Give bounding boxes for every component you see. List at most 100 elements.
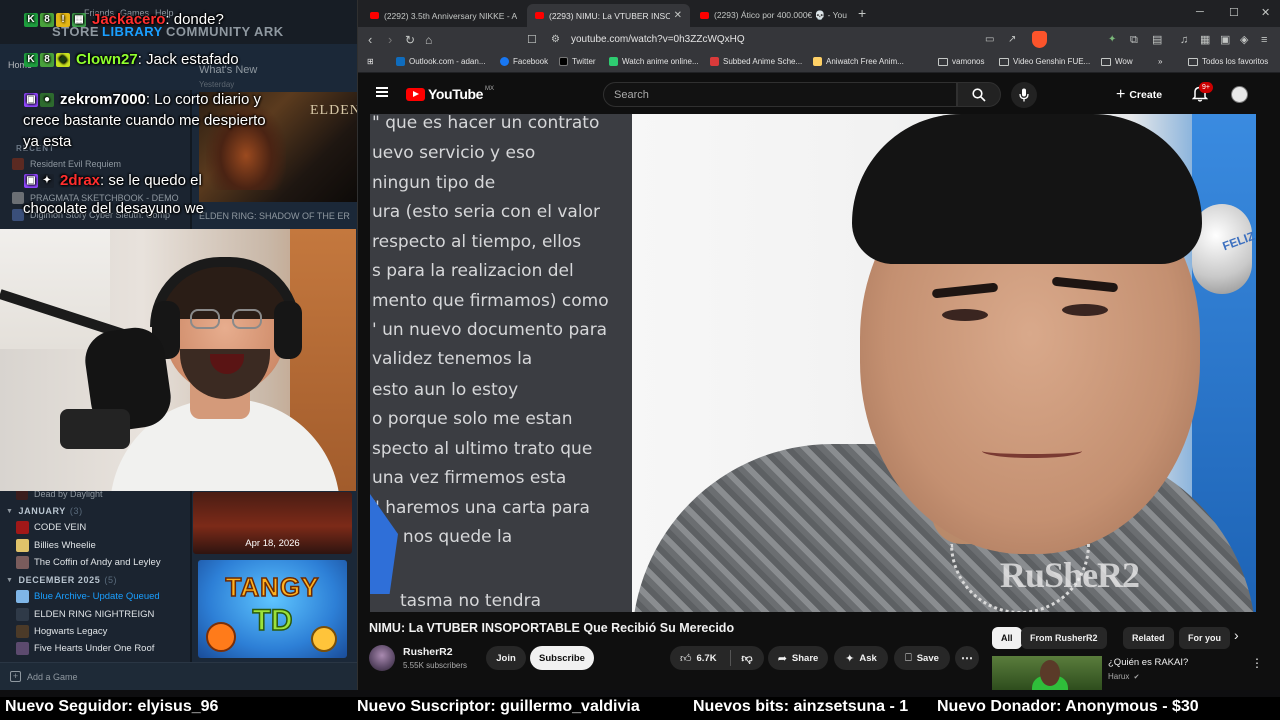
add-game-button[interactable]: + Add a Game	[0, 662, 357, 690]
account-avatar[interactable]	[1231, 86, 1248, 103]
bookmark-all-favorites[interactable]: Todos los favoritos	[1188, 57, 1268, 66]
library-game-item[interactable]: Blue Archive - Update Queued	[16, 588, 160, 605]
filter-chip-related[interactable]: Related	[1123, 627, 1174, 649]
back-icon[interactable]: ‹	[368, 32, 372, 48]
channel-name[interactable]: RusherR2	[403, 646, 453, 658]
join-button[interactable]: Join	[486, 646, 526, 670]
bookmark-icon[interactable]: ☐	[527, 32, 537, 48]
save-label: Save	[916, 652, 939, 664]
vpn-icon[interactable]: ◈	[1240, 32, 1248, 48]
bookmark-watch-anime[interactable]: Watch anime online...	[609, 57, 699, 66]
share-button[interactable]: ➦ Share	[768, 646, 828, 670]
filter-chip-from-channel[interactable]: From RusherR2	[1021, 627, 1107, 649]
anime-schedule-icon	[710, 57, 719, 66]
steam-nav-profile[interactable]: ARK	[254, 24, 284, 39]
kick-badge-icon: K	[24, 13, 38, 28]
bookmark-twitter[interactable]: Twitter	[559, 57, 596, 66]
more-actions-button[interactable]: ⋯	[955, 646, 979, 670]
folder-icon	[999, 57, 1009, 66]
person-mouth	[982, 444, 1082, 458]
channel-avatar[interactable]	[369, 645, 395, 671]
wallet-icon[interactable]: ▣	[1220, 32, 1230, 48]
tangy-td-card[interactable]: TANGY TD	[198, 560, 347, 658]
library-event-card[interactable]: Apr 18, 2026	[193, 492, 352, 554]
library-game-item[interactable]: Five Hearts Under One Roof	[16, 640, 154, 657]
save-button[interactable]: ⎕ Save	[894, 646, 950, 670]
maximize-icon[interactable]: ☐	[1229, 6, 1239, 19]
forward-icon[interactable]: ›	[388, 32, 392, 48]
bookmark-subbed-anime[interactable]: Subbed Anime Sche...	[710, 57, 802, 66]
browser-tab-active[interactable]: (2293) NIMU: La VTUBER INSOP ✕	[527, 4, 690, 27]
more-vertical-icon[interactable]: ⋮	[1251, 656, 1263, 670]
sidebar-icon[interactable]: ▤	[1152, 32, 1162, 48]
reading-list-icon[interactable]: ▦	[1200, 32, 1210, 48]
filter-chip-all[interactable]: All	[992, 627, 1022, 649]
chat-username[interactable]: Clown27	[76, 51, 138, 68]
bookmark-folder-genshin[interactable]: Video Genshin FUE...	[999, 57, 1090, 66]
library-game-item[interactable]: CODE VEIN	[16, 519, 86, 536]
home-icon[interactable]: ⌂	[425, 32, 432, 48]
filter-chip-for-you[interactable]: For you	[1179, 627, 1230, 649]
game-title: Billies Wheelie	[34, 540, 96, 551]
sparkle-icon: ✦	[845, 652, 855, 665]
bookmark-folder-vamonos[interactable]: vamonos	[938, 57, 984, 66]
bookmark-aniwatch[interactable]: Aniwatch Free Anim...	[813, 57, 904, 66]
more-bookmarks-icon[interactable]: »	[1158, 57, 1162, 66]
video-document-panel: " que es hacer un contrato uevo servicio…	[370, 114, 632, 612]
browser-tab[interactable]: (2292) 3.5th Anniversary NIKKE - All	[362, 4, 525, 27]
ask-button[interactable]: ✦ Ask	[834, 646, 888, 670]
library-game-item[interactable]: ELDEN RING NIGHTREIGN	[16, 606, 154, 623]
share-page-icon[interactable]: ↗	[1008, 32, 1016, 48]
bookmark-label: Facebook	[513, 57, 549, 66]
library-section-january[interactable]: ▼ JANUARY (3)	[6, 506, 83, 516]
chevron-right-icon[interactable]: ›	[1234, 627, 1239, 643]
menu-icon[interactable]: ≡	[1261, 32, 1267, 48]
subscribe-button[interactable]: Subscribe	[530, 646, 594, 670]
hamburger-menu-icon[interactable]	[376, 87, 388, 97]
recommended-video-title[interactable]: ¿Quién es RAKAI?	[1108, 657, 1188, 668]
video-player[interactable]: " que es hacer un contrato uevo servicio…	[370, 114, 1256, 612]
bookmark-facebook[interactable]: Facebook	[500, 57, 548, 66]
recommended-video-thumbnail[interactable]	[992, 656, 1102, 690]
search-button[interactable]	[957, 82, 1001, 107]
media-icon[interactable]: ♫	[1180, 32, 1188, 48]
chat-username[interactable]: Jackacero	[92, 11, 165, 28]
brave-shield-icon[interactable]	[1032, 31, 1047, 48]
library-section-december[interactable]: ▼ DECEMBER 2025 (5)	[6, 575, 117, 585]
whats-new-card-caption[interactable]: ELDEN RING: SHADOW OF THE ER	[199, 211, 350, 221]
dislike-button[interactable]: 👎︎	[732, 646, 762, 670]
update-status: - Update Queued	[86, 591, 160, 602]
search-icon	[972, 87, 986, 102]
stream-screen: Friends Games Help STORE LIBRARY COMMUNI…	[0, 0, 1280, 720]
site-info-icon[interactable]: ⚙	[551, 32, 560, 48]
like-dislike-divider	[730, 650, 731, 666]
extensions-icon[interactable]: ⧉	[1130, 32, 1138, 48]
extension-icon[interactable]: ✦	[1108, 32, 1116, 48]
screen-icon[interactable]: ▭	[985, 32, 994, 48]
new-tab-button[interactable]: +	[858, 5, 866, 21]
voice-search-button[interactable]	[1011, 82, 1037, 108]
document-text-line: " haremos una carta para	[372, 498, 590, 518]
recommended-video-channel[interactable]: Harux ✔	[1108, 672, 1139, 681]
create-button[interactable]: + Create	[1116, 82, 1162, 107]
close-tab-icon[interactable]: ✕	[674, 10, 682, 21]
browser-tab[interactable]: (2293) Ático por 400.000€ 💀 - YouT	[692, 4, 855, 27]
apps-icon[interactable]: ⊞	[367, 57, 374, 66]
youtube-header: YouTube MX Search + Create 9+	[358, 74, 1280, 114]
bookmark-outlook[interactable]: Outlook.com - adan...	[396, 57, 485, 66]
youtube-logo[interactable]: YouTube MX	[406, 86, 494, 102]
minimize-icon[interactable]: ─	[1196, 6, 1204, 18]
add-game-label: Add a Game	[27, 671, 78, 682]
thumbnail-person-face	[1040, 660, 1060, 686]
microphone-mount	[60, 409, 130, 449]
reload-icon[interactable]: ↻	[405, 32, 415, 48]
search-input[interactable]: Search	[603, 82, 957, 107]
bookmark-folder-wow[interactable]: Wow	[1101, 57, 1133, 66]
library-game-item[interactable]: Billies Wheelie	[16, 537, 96, 554]
library-game-item[interactable]: The Coffin of Andy and Leyley	[16, 554, 161, 571]
close-window-icon[interactable]: ✕	[1261, 6, 1270, 19]
chat-username[interactable]: 2drax	[60, 172, 100, 189]
address-bar[interactable]: youtube.com/watch?v=0h3ZZcWQxHQ	[571, 34, 745, 45]
chat-username[interactable]: zekrom7000	[60, 91, 146, 108]
library-game-item[interactable]: Hogwarts Legacy	[16, 623, 107, 640]
